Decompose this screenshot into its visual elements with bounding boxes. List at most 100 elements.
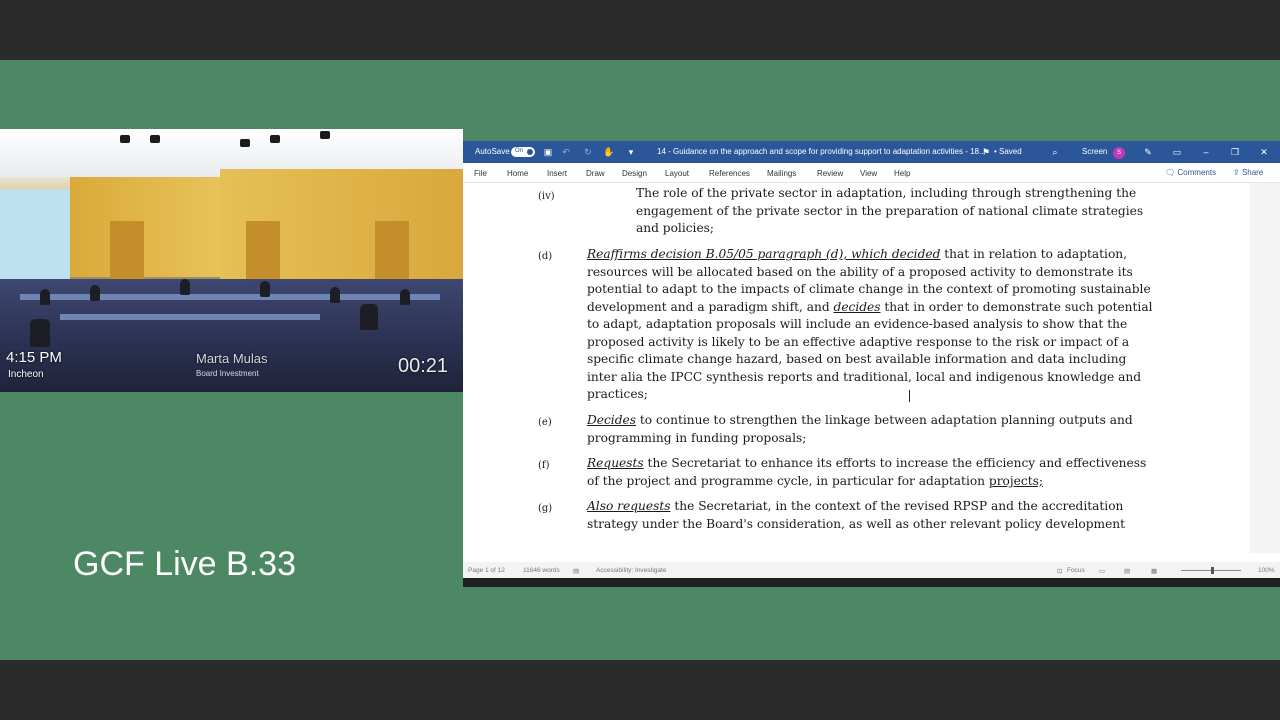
paragraph-text: the Secretariat to enhance its efforts t… [587, 456, 1147, 488]
speaking-timer: 00:21 [398, 355, 449, 377]
item-iv-paragraph[interactable]: The role of the private sector in adapta… [636, 185, 1161, 238]
focus-label[interactable]: Focus [1067, 567, 1085, 574]
pen-icon[interactable]: ✎ [1143, 147, 1153, 157]
tab-view[interactable]: View [860, 169, 877, 178]
item-label: (e) [538, 417, 552, 428]
tab-help[interactable]: Help [894, 169, 910, 178]
speaker-name: Marta Mulas [196, 351, 268, 366]
page-count[interactable]: Page 1 of 12 [468, 567, 505, 574]
comments-button[interactable]: 🗨 Comments [1165, 168, 1216, 177]
autosave-state: On [515, 148, 524, 154]
stage-light [270, 135, 280, 143]
user-avatar[interactable]: S [1113, 147, 1125, 159]
tab-layout[interactable]: Layout [665, 169, 689, 178]
decides-keyword: decides [833, 299, 881, 314]
taskbar-strip [463, 578, 1280, 587]
redo-icon[interactable]: ↻ [583, 147, 593, 157]
tab-insert[interactable]: Insert [547, 169, 567, 178]
tab-mailings[interactable]: Mailings [767, 169, 796, 178]
bottom-letterbox [0, 660, 1280, 720]
decision-reference: Reaffirms decision B.05/05 paragraph (d)… [587, 247, 941, 261]
read-mode-icon[interactable]: ▭ [1099, 567, 1105, 575]
item-e-paragraph[interactable]: Decides to continue to strengthen the li… [587, 412, 1155, 447]
close-icon[interactable]: ✕ [1259, 147, 1269, 157]
save-icon[interactable]: ▣ [543, 147, 553, 157]
share-button[interactable]: ⇪ Share [1233, 168, 1263, 177]
paragraph-text: that in order to demonstrate such potent… [587, 299, 1153, 402]
stage-light [150, 135, 160, 143]
word-count[interactable]: 11646 words [523, 567, 560, 574]
tab-design[interactable]: Design [622, 169, 647, 178]
delegate [400, 289, 410, 305]
stage-light [120, 135, 130, 143]
web-layout-icon[interactable]: ▦ [1151, 567, 1157, 575]
paragraph-text: The role of the private sector in adapta… [636, 186, 1144, 235]
tab-draw[interactable]: Draw [586, 169, 605, 178]
tab-review[interactable]: Review [817, 169, 843, 178]
share-label: Share [1241, 168, 1264, 177]
ribbon-display-icon[interactable]: ▭ [1172, 147, 1182, 157]
video-local-time: 4:15 PM [6, 349, 62, 366]
zoom-level[interactable]: 100% [1258, 567, 1275, 574]
also-requests-keyword: Also requests [587, 499, 671, 513]
sensitivity-icon[interactable]: ⚑ [981, 147, 991, 157]
print-layout-icon[interactable]: ▤ [1124, 567, 1130, 575]
autosave-label: AutoSave [475, 147, 510, 156]
stage-light [320, 131, 330, 139]
focus-icon[interactable]: ⊡ [1057, 567, 1062, 575]
paragraph-text: to continue to strengthen the linkage be… [587, 413, 1133, 445]
item-label: (iv) [538, 191, 555, 202]
delegate [30, 319, 50, 347]
zoom-slider-handle[interactable] [1211, 567, 1214, 574]
document-body[interactable]: (iv) The role of the private sector in a… [463, 183, 1250, 553]
proofing-icon[interactable]: ▤ [573, 567, 579, 575]
accessibility-status[interactable]: Accessibility: Investigate [596, 567, 666, 574]
word-window: AutoSave On ▣ ↶ ↻ ✋ ▾ 14 - Guidance on t… [463, 141, 1280, 587]
comment-icon: 🗨 [1165, 168, 1178, 177]
requests-keyword: Requests [587, 456, 644, 470]
table-row-strip [60, 314, 320, 320]
item-g-paragraph[interactable]: Also requests the Secretariat, in the co… [587, 498, 1155, 533]
item-label: (g) [538, 503, 553, 514]
video-side-screen [0, 189, 70, 279]
projects-word: projects; [988, 473, 1043, 488]
item-label: (d) [538, 251, 553, 262]
video-wall [70, 177, 220, 277]
item-label: (f) [538, 460, 550, 471]
tab-references[interactable]: References [709, 169, 750, 178]
document-title: 14 - Guidance on the approach and scope … [657, 147, 986, 156]
item-d-paragraph[interactable]: Reaffirms decision B.05/05 paragraph (d)… [587, 246, 1155, 404]
top-letterbox [0, 0, 1280, 60]
decides-keyword: Decides [587, 413, 636, 427]
stream-title: GCF Live B.33 [73, 545, 296, 583]
video-location: Incheon [8, 369, 44, 380]
video-door [110, 221, 144, 281]
delegate [260, 281, 270, 297]
customize-qat-icon[interactable]: ▾ [626, 147, 636, 157]
delegate [180, 279, 190, 295]
meeting-video-feed: 4:15 PM Incheon Marta Mulas Board Invest… [0, 129, 463, 392]
delegate [360, 304, 378, 330]
video-door [246, 221, 280, 281]
tab-home[interactable]: Home [507, 169, 528, 178]
vertical-scrollbar[interactable] [1250, 183, 1280, 553]
video-door [375, 221, 409, 281]
minimize-icon[interactable]: – [1201, 147, 1211, 157]
speaker-role: Board Investment [196, 369, 259, 378]
stage-light [240, 139, 250, 147]
saved-status[interactable]: • Saved [994, 147, 1022, 156]
share-icon: ⇪ [1233, 168, 1242, 177]
toggle-knob [527, 149, 533, 155]
autosave-toggle[interactable]: On [511, 147, 535, 157]
undo-icon[interactable]: ↶ [561, 147, 571, 157]
delegate [90, 285, 100, 301]
search-icon[interactable]: ⌕ [1050, 147, 1060, 157]
restore-icon[interactable]: ❐ [1230, 147, 1240, 157]
screen-label: Screen [1082, 147, 1108, 156]
touch-mode-icon[interactable]: ✋ [603, 147, 614, 157]
item-f-paragraph[interactable]: Requests the Secretariat to enhance its … [587, 455, 1155, 490]
title-bar: AutoSave On ▣ ↶ ↻ ✋ ▾ 14 - Guidance on t… [463, 141, 1280, 163]
ribbon-tabs: File Home Insert Draw Design Layout Refe… [463, 163, 1280, 183]
tab-file[interactable]: File [474, 169, 487, 178]
status-bar: Page 1 of 12 11646 words ▤ Accessibility… [463, 562, 1280, 578]
